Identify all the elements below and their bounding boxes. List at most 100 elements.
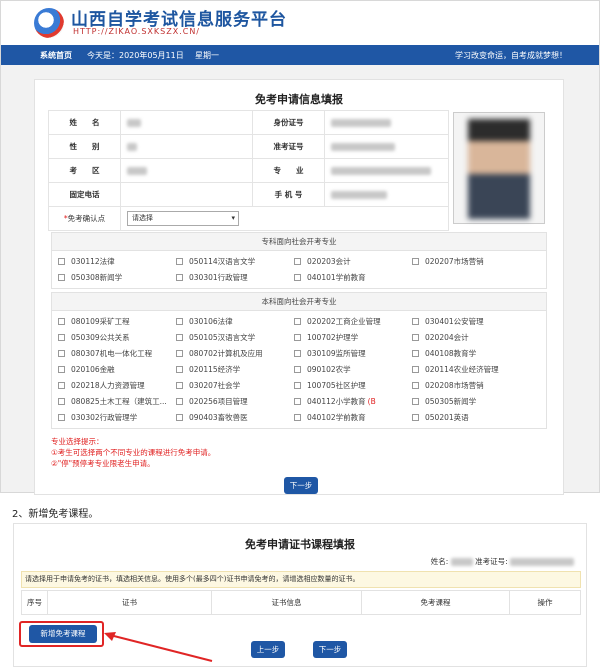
major-checkbox-grid: 080109采矿工程 030106法律 020202工商企业管理 030401公安管理…	[52, 311, 546, 428]
checkbox[interactable]	[294, 274, 301, 281]
major-option[interactable]: 030301行政管理	[176, 271, 294, 284]
checkbox[interactable]	[412, 350, 419, 357]
major-option[interactable]: 030302行政管理学	[58, 411, 176, 424]
major-option[interactable]: 040101学前教育	[294, 271, 412, 284]
name-value-redacted	[127, 119, 141, 127]
confirm-point-select[interactable]: 请选择	[127, 211, 239, 226]
nav-date: 今天是：2020年05月11日	[87, 51, 184, 60]
major-option[interactable]: 020208市场营销	[412, 379, 530, 392]
checkbox[interactable]	[412, 398, 419, 405]
checkbox[interactable]	[58, 398, 65, 405]
group-title: 本科面向社会开考专业	[52, 293, 546, 311]
checkbox[interactable]	[176, 398, 183, 405]
ticket-value-redacted	[510, 558, 574, 566]
checkbox[interactable]	[58, 258, 65, 265]
checkbox[interactable]	[58, 366, 65, 373]
checkbox[interactable]	[294, 318, 301, 325]
major-option-label: 080109采矿工程	[71, 317, 130, 326]
next-step-button-2[interactable]: 下一步	[313, 641, 347, 658]
major-option[interactable]: 020202工商企业管理	[294, 315, 412, 328]
major-option[interactable]: 050309公共关系	[58, 331, 176, 344]
checkbox[interactable]	[412, 414, 419, 421]
major-option[interactable]: 020204会计	[412, 331, 530, 344]
checkbox[interactable]	[176, 366, 183, 373]
name-value-redacted	[450, 558, 473, 566]
checkbox[interactable]	[58, 350, 65, 357]
group-title: 专科面向社会开考专业	[52, 233, 546, 251]
checkbox[interactable]	[412, 382, 419, 389]
checkbox[interactable]	[176, 318, 183, 325]
note-1: ①考生可选择两个不同专业的课程进行免考申请。	[51, 448, 216, 457]
major-option[interactable]: 080109采矿工程	[58, 315, 176, 328]
major-option-label: 080825土木工程（建筑工...	[71, 397, 167, 406]
major-option[interactable]: 090102农学	[294, 363, 412, 376]
nav-home-link[interactable]: 系统首页	[40, 50, 72, 61]
checkbox[interactable]	[176, 258, 183, 265]
label-phone: 固定电话	[48, 182, 121, 207]
course-table: 序号 证书 证书信息 免考课程 操作	[21, 590, 581, 615]
checkbox[interactable]	[58, 382, 65, 389]
checkbox[interactable]	[58, 274, 65, 281]
checkbox[interactable]	[294, 382, 301, 389]
major-option[interactable]: 100705社区护理	[294, 379, 412, 392]
checkbox[interactable]	[294, 366, 301, 373]
prev-step-button[interactable]: 上一步	[251, 641, 285, 658]
checkbox[interactable]	[176, 274, 183, 281]
next-step-button[interactable]: 下一步	[284, 477, 318, 494]
checkbox[interactable]	[58, 334, 65, 341]
major-option[interactable]: 020115经济学	[176, 363, 294, 376]
major-option[interactable]: 050305新闻学	[412, 395, 530, 408]
major-option[interactable]: 050105汉语言文学	[176, 331, 294, 344]
checkbox[interactable]	[58, 414, 65, 421]
pointer-arrow-icon	[104, 632, 213, 662]
major-option[interactable]: 040112小学教育 (B	[294, 395, 412, 408]
checkbox[interactable]	[176, 414, 183, 421]
major-option[interactable]: 030207社会学	[176, 379, 294, 392]
checkbox[interactable]	[294, 350, 301, 357]
applicant-photo	[453, 112, 545, 224]
major-option[interactable]: 030401公安管理	[412, 315, 530, 328]
major-option[interactable]: 040108教育学	[412, 347, 530, 360]
major-option[interactable]: 030109监所管理	[294, 347, 412, 360]
label-name: 姓 名	[48, 110, 121, 135]
major-option[interactable]: 020203会计	[294, 255, 412, 268]
form-title: 免考申请证书课程填报	[245, 538, 355, 551]
gender-value-redacted	[127, 143, 137, 151]
checkbox[interactable]	[176, 350, 183, 357]
major-option[interactable]: 100702护理学	[294, 331, 412, 344]
checkbox[interactable]	[412, 334, 419, 341]
major-option[interactable]: 020207市场营销	[412, 255, 530, 268]
checkbox[interactable]	[294, 398, 301, 405]
nav-weekday: 星期一	[195, 51, 219, 60]
major-option[interactable]: 050308新闻学	[58, 271, 176, 284]
checkbox[interactable]	[294, 334, 301, 341]
major-option[interactable]: 080307机电一体化工程	[58, 347, 176, 360]
major-option[interactable]: 020106金融	[58, 363, 176, 376]
applicant-info-table: 姓 名 身份证号 性 别 准考证号 考 区 专 业 固定电话 手 机 号 *免考…	[48, 110, 449, 231]
checkbox[interactable]	[294, 258, 301, 265]
checkbox[interactable]	[176, 382, 183, 389]
major-option[interactable]: 030106法律	[176, 315, 294, 328]
major-option-label: 040101学前教育	[307, 273, 366, 282]
major-option[interactable]: 020256项目管理	[176, 395, 294, 408]
major-option[interactable]: 050114汉语言文学	[176, 255, 294, 268]
major-option-label: 030106法律	[189, 317, 233, 326]
col-index: 序号	[21, 590, 48, 615]
checkbox[interactable]	[58, 318, 65, 325]
major-option[interactable]: 040102学前教育	[294, 411, 412, 424]
checkbox[interactable]	[176, 334, 183, 341]
major-option[interactable]: 080825土木工程（建筑工...	[58, 395, 176, 408]
checkbox[interactable]	[294, 414, 301, 421]
checkbox[interactable]	[412, 318, 419, 325]
specialty-group-bachelor: 本科面向社会开考专业 080109采矿工程 030106法律 020202工商企业管…	[51, 292, 547, 429]
major-option[interactable]: 090403畜牧兽医	[176, 411, 294, 424]
major-option[interactable]: 080702计算机及应用	[176, 347, 294, 360]
major-option[interactable]: 020114农业经济管理	[412, 363, 530, 376]
major-option[interactable]: 020218人力资源管理	[58, 379, 176, 392]
major-option-label: 080307机电一体化工程	[71, 349, 153, 358]
checkbox[interactable]	[412, 366, 419, 373]
major-option[interactable]: 030112法律	[58, 255, 176, 268]
major-option-label: 020203会计	[307, 257, 351, 266]
checkbox[interactable]	[412, 258, 419, 265]
major-option[interactable]: 050201英语	[412, 411, 530, 424]
